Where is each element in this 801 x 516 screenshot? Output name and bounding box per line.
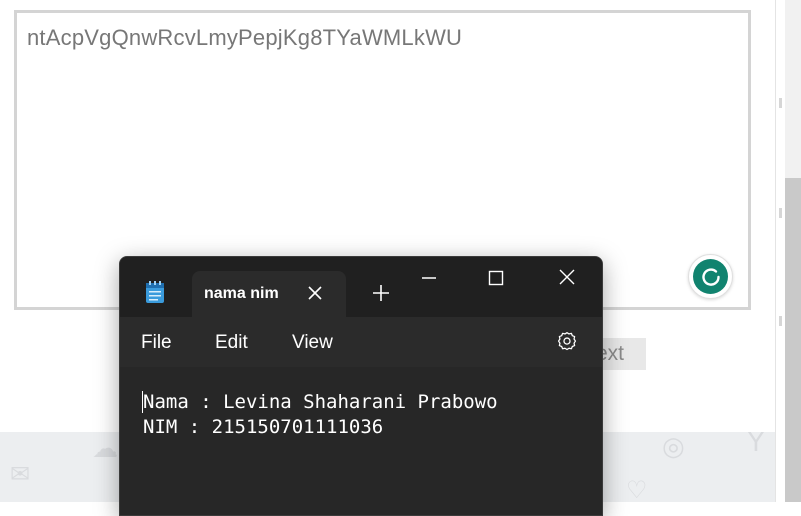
doodle-decoration: ♡	[626, 476, 648, 504]
notepad-window: nama nim File Edit View Nama : Levina Sh…	[119, 256, 603, 516]
notepad-editor[interactable]: Nama : Levina Shaharani Prabowo NIM : 21…	[120, 367, 602, 515]
tab-label: nama nim	[204, 285, 279, 302]
menu-edit[interactable]: Edit	[215, 332, 248, 354]
grammarly-icon	[693, 259, 728, 294]
doodle-decoration: ✉	[10, 460, 31, 488]
notepad-app-icon	[145, 280, 165, 309]
divider	[779, 316, 782, 326]
notepad-titlebar[interactable]: nama nim	[120, 257, 602, 317]
divider	[779, 208, 782, 218]
close-window-icon[interactable]	[544, 263, 590, 293]
maximize-icon[interactable]	[473, 263, 519, 293]
grammarly-button[interactable]	[688, 254, 733, 299]
scrollbar-thumb[interactable]	[785, 178, 801, 502]
doodle-decoration: ☁	[92, 434, 118, 464]
scrollbar-track-upper[interactable]	[785, 0, 801, 178]
menu-file[interactable]: File	[141, 332, 172, 354]
editor-line: NIM : 215150701111036	[143, 416, 384, 438]
editor-line: Nama : Levina Shaharani Prabowo	[143, 391, 498, 413]
notepad-menubar	[120, 317, 602, 367]
menu-view[interactable]: View	[292, 332, 333, 354]
close-tab-icon[interactable]	[306, 284, 324, 302]
divider	[779, 98, 782, 108]
minimize-icon[interactable]	[406, 263, 452, 293]
text-input-value: ntAcpVgQnwRcvLmyPepjKg8TYaWMLkWU	[27, 25, 463, 50]
doodle-decoration: ◎	[662, 432, 685, 462]
doodle-decoration: Y	[748, 428, 764, 458]
settings-gear-icon[interactable]	[556, 331, 578, 353]
new-tab-icon[interactable]	[372, 284, 390, 302]
tab-nama-nim[interactable]: nama nim	[192, 271, 346, 317]
